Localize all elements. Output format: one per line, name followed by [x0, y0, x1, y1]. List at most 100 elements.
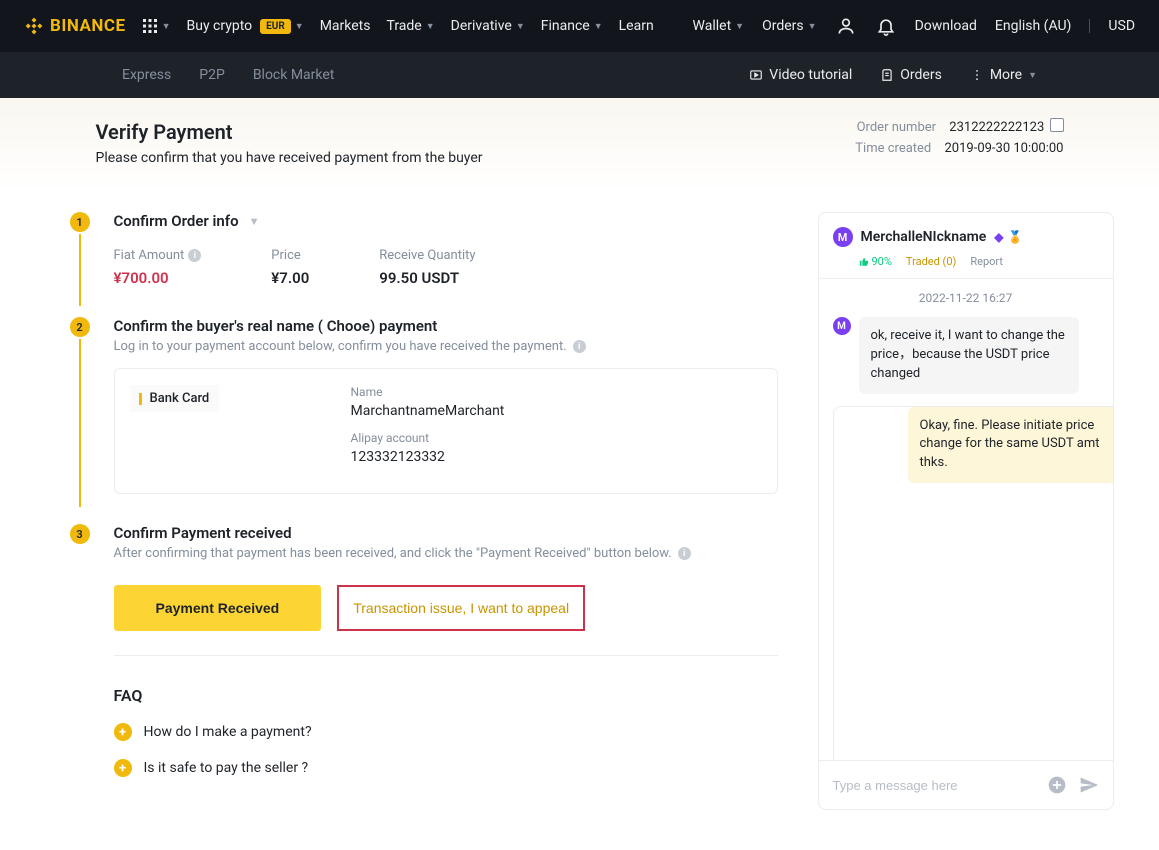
- avatar: M: [833, 317, 851, 335]
- page-title: Verify Payment: [96, 120, 483, 144]
- chat-header: M MerchalleNIckname ◆ 🏅 90% Traded (0) R…: [819, 213, 1113, 279]
- chat-input-bar: [819, 760, 1113, 809]
- chevron-down-icon: ▼: [594, 21, 603, 32]
- page-subtitle: Please confirm that you have received pa…: [96, 150, 483, 166]
- verified-badge-icon: ◆: [994, 230, 1003, 244]
- thumbs-up-icon: [859, 257, 869, 267]
- price-value: ¥7.00: [271, 269, 309, 287]
- order-number-label: Order number: [857, 120, 936, 135]
- chat-message-incoming: M ok, receive it, I want to change the p…: [833, 317, 1099, 394]
- faq-item-2[interactable]: + Is it safe to pay the seller ?: [114, 759, 778, 777]
- nav-wallet[interactable]: Wallet▼: [693, 18, 745, 34]
- chevron-down-icon: ▼: [426, 21, 435, 32]
- orders-link[interactable]: Orders: [880, 67, 942, 83]
- fiat-amount-value: ¥700.00: [114, 269, 202, 287]
- chevron-down-icon: ▼: [1028, 70, 1037, 81]
- step-3-desc: After confirming that payment has been r…: [114, 546, 672, 561]
- account-label: Alipay account: [351, 431, 505, 445]
- eur-badge: EUR: [260, 19, 291, 34]
- add-attachment-icon[interactable]: [1047, 775, 1067, 795]
- faq-title: FAQ: [114, 686, 778, 705]
- send-icon[interactable]: [1079, 775, 1099, 795]
- quantity-label: Receive Quantity: [379, 248, 475, 263]
- step-2-title: Confirm the buyer's real name ( Chooe) p…: [114, 317, 778, 335]
- step-2-desc: Log in to your payment account below, co…: [114, 339, 567, 354]
- user-icon[interactable]: [835, 15, 857, 37]
- chat-message-outgoing: Okay, fine. Please initiate price change…: [833, 406, 1113, 760]
- step-3-title: Confirm Payment received: [114, 524, 778, 542]
- nav-language[interactable]: English (AU): [995, 18, 1072, 34]
- chat-panel: M MerchalleNIckname ◆ 🏅 90% Traded (0) R…: [818, 212, 1114, 810]
- chat-messages: 2022-11-22 16:27 M ok, receive it, I wan…: [819, 279, 1113, 760]
- time-created-value: 2019-09-30 10:00:00: [945, 141, 1064, 156]
- chat-text-input[interactable]: [833, 778, 1035, 793]
- nav-markets[interactable]: Markets: [320, 18, 371, 34]
- message-text: ok, receive it, I want to change the pri…: [859, 317, 1079, 394]
- more-menu[interactable]: More ▼: [970, 67, 1037, 83]
- nav-trade[interactable]: Trade▼: [386, 18, 434, 34]
- step-number-3: 3: [70, 524, 90, 544]
- play-icon: [749, 68, 763, 82]
- buyer-name-value: MarchantnameMarchant: [351, 403, 505, 419]
- fiat-amount-label: Fiat Amount: [114, 248, 185, 263]
- nav-download[interactable]: Download: [915, 18, 977, 34]
- nav-learn[interactable]: Learn: [619, 18, 654, 34]
- nav-derivative[interactable]: Derivative▼: [451, 18, 525, 34]
- chevron-down-icon: ▼: [295, 21, 304, 32]
- step-1-title[interactable]: Confirm Order info ▼: [114, 212, 778, 230]
- payment-method-badge[interactable]: Bank Card: [131, 385, 220, 412]
- chevron-down-icon: ▼: [808, 21, 817, 32]
- tab-block-market[interactable]: Block Market: [253, 67, 335, 83]
- chevron-down-icon: ▼: [735, 21, 744, 32]
- step-confirm-order: 1 Confirm Order info ▼ Fiat Amounti ¥700…: [114, 212, 778, 287]
- step-confirm-buyer: 2 Confirm the buyer's real name ( Chooe)…: [114, 317, 778, 494]
- grid-icon: [142, 18, 158, 34]
- info-icon[interactable]: i: [678, 547, 691, 560]
- apps-menu[interactable]: ▼: [142, 18, 171, 34]
- quantity-value: 99.50 USDT: [379, 269, 475, 287]
- dots-vertical-icon: [970, 68, 984, 82]
- info-icon[interactable]: i: [188, 249, 201, 262]
- bell-icon[interactable]: [875, 15, 897, 37]
- tab-express[interactable]: Express: [122, 67, 171, 83]
- step-number-1: 1: [70, 212, 90, 232]
- traded-count: Traded (0): [906, 255, 956, 268]
- chevron-down-icon: ▼: [249, 215, 260, 228]
- binance-logo-icon: [24, 16, 44, 36]
- nav-finance[interactable]: Finance▼: [541, 18, 603, 34]
- chat-timestamp: 2022-11-22 16:27: [833, 291, 1099, 305]
- report-link[interactable]: Report: [970, 255, 1003, 268]
- nav-orders[interactable]: Orders▼: [762, 18, 816, 34]
- logo[interactable]: BINANCE: [24, 16, 126, 36]
- faq-section: FAQ + How do I make a payment? + Is it s…: [114, 686, 778, 777]
- payment-received-button[interactable]: Payment Received: [114, 585, 322, 631]
- merchant-name[interactable]: MerchalleNIckname: [861, 229, 987, 245]
- plus-icon: +: [114, 759, 132, 777]
- plus-icon: +: [114, 723, 132, 741]
- step-confirm-received: 3 Confirm Payment received After confirm…: [114, 524, 778, 656]
- order-number-value: 2312222222123: [949, 120, 1044, 135]
- info-icon[interactable]: i: [573, 340, 586, 353]
- price-label: Price: [271, 248, 309, 263]
- brand-text: BINANCE: [50, 16, 126, 36]
- tab-p2p[interactable]: P2P: [199, 67, 225, 83]
- thumbs-up-stat: 90%: [859, 255, 892, 268]
- top-nav: BINANCE ▼ Buy crypto EUR ▼ Markets Trade…: [0, 0, 1159, 52]
- nav-currency[interactable]: USD: [1108, 18, 1135, 34]
- sub-nav: Express P2P Block Market Video tutorial …: [0, 52, 1159, 98]
- buyer-name-label: Name: [351, 385, 505, 399]
- page-header: Verify Payment Please confirm that you h…: [0, 98, 1159, 192]
- merchant-avatar: M: [833, 227, 853, 247]
- account-value: 123332123332: [351, 449, 505, 465]
- medal-icon: 🏅: [1008, 230, 1023, 244]
- document-icon: [880, 68, 894, 82]
- faq-item-1[interactable]: + How do I make a payment?: [114, 723, 778, 741]
- chevron-down-icon: ▼: [516, 21, 525, 32]
- video-tutorial-link[interactable]: Video tutorial: [749, 67, 852, 83]
- appeal-button[interactable]: Transaction issue, I want to appeal: [337, 585, 585, 631]
- order-steps: 1 Confirm Order info ▼ Fiat Amounti ¥700…: [36, 212, 778, 810]
- step-number-2: 2: [70, 317, 90, 337]
- nav-buy-crypto[interactable]: Buy crypto EUR ▼: [187, 18, 304, 34]
- message-text: Okay, fine. Please initiate price change…: [908, 407, 1113, 484]
- copy-icon[interactable]: [1052, 120, 1064, 132]
